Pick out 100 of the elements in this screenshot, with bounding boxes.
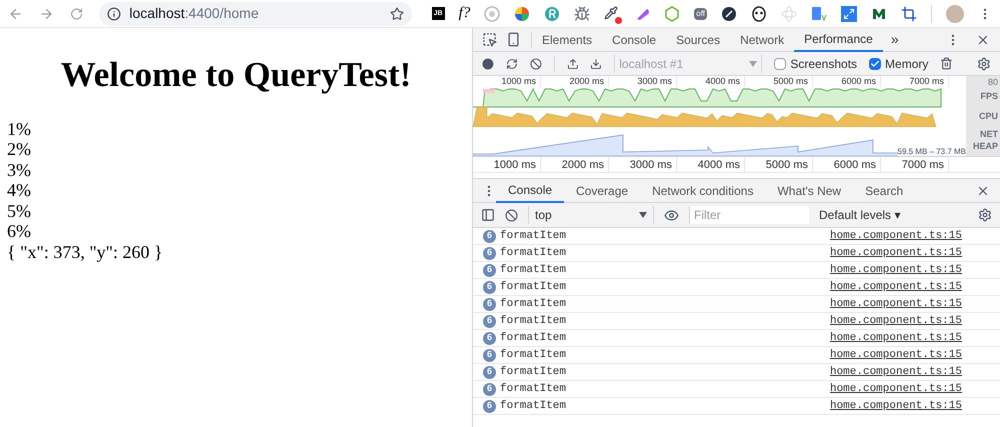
source-link[interactable]: home.component.ts:15 xyxy=(830,244,962,262)
source-link[interactable]: home.component.ts:15 xyxy=(830,262,962,278)
drawer-tab[interactable]: Network conditions xyxy=(640,178,766,202)
log-message: formatItem xyxy=(500,246,568,261)
repeat-count-badge: 6 xyxy=(483,332,496,344)
devtools-tab[interactable]: Elements xyxy=(532,28,602,52)
more-tabs-button[interactable]: » xyxy=(882,29,907,50)
expand-icon[interactable] xyxy=(841,6,857,22)
drawer-tab[interactable]: Search xyxy=(853,178,916,202)
devtools-tab[interactable]: Console xyxy=(602,28,666,52)
source-link[interactable]: home.component.ts:15 xyxy=(830,312,962,330)
download-icon[interactable] xyxy=(590,58,602,70)
repeat-count-badge: 6 xyxy=(483,348,496,362)
time-tick: 2000 ms xyxy=(541,157,609,172)
dropper-icon[interactable] xyxy=(604,6,620,22)
eye-icon[interactable] xyxy=(664,208,679,222)
source-link[interactable]: home.component.ts:15 xyxy=(830,346,962,364)
upload-icon[interactable] xyxy=(566,58,578,70)
repeat-count-badge: 6 xyxy=(483,314,496,328)
sidebar-toggle-icon[interactable] xyxy=(481,208,495,222)
checkbox-label: Memory xyxy=(885,56,928,72)
reload-profile-icon[interactable] xyxy=(506,58,518,70)
time-tick: 7000 ms xyxy=(881,157,949,172)
page-line: { "x": 373, "y": 260 } xyxy=(7,242,163,262)
page-line: 4% xyxy=(7,180,31,201)
track-label: HEAP xyxy=(972,140,998,152)
time-tick: 6000 ms xyxy=(813,157,881,172)
repeat-count-badge: 6 xyxy=(483,382,496,396)
crop-icon[interactable] xyxy=(901,6,917,22)
caret-icon xyxy=(749,60,758,66)
track-label: CPU xyxy=(978,110,998,122)
context-select[interactable]: top xyxy=(528,206,654,224)
track-label: NET xyxy=(980,128,998,140)
page-heading: Welcome to QueryTest! xyxy=(60,54,412,96)
source-link[interactable]: home.component.ts:15 xyxy=(830,380,962,398)
heap-range: 59.5 MB – 73.7 MB xyxy=(898,148,966,156)
mask-icon[interactable] xyxy=(751,6,767,22)
bookmark-star-icon[interactable] xyxy=(390,6,404,20)
address-bar[interactable]: localhost:4400/home xyxy=(99,2,412,26)
repeat-count-badge: 6 xyxy=(483,280,496,294)
log-message: formatItem xyxy=(500,330,568,346)
fx-icon[interactable]: f? xyxy=(458,6,470,21)
time-tick: 3000 ms xyxy=(609,76,677,87)
repeat-count-badge: 6 xyxy=(483,264,496,276)
track-label: FPS xyxy=(980,90,998,102)
repeat-count-badge: 6 xyxy=(483,366,496,378)
record-icon[interactable] xyxy=(482,58,494,70)
device-icon[interactable] xyxy=(506,32,521,47)
source-link[interactable]: home.component.ts:15 xyxy=(830,364,962,380)
log-message: formatItem xyxy=(500,364,568,380)
drawer-tab[interactable]: Coverage xyxy=(564,178,640,202)
devtools-tab[interactable]: Network xyxy=(730,28,794,52)
r-logo-icon[interactable] xyxy=(544,6,560,22)
filter-field[interactable]: Filter xyxy=(689,206,809,224)
trash-icon[interactable] xyxy=(940,57,954,70)
time-tick: 2000 ms xyxy=(541,76,609,87)
time-tick: 5000 ms xyxy=(745,76,813,87)
settings-icon[interactable] xyxy=(978,208,992,222)
settings-icon[interactable] xyxy=(977,56,992,70)
source-link[interactable]: home.component.ts:15 xyxy=(830,330,962,346)
repeat-count-badge: 6 xyxy=(483,400,496,412)
track-label: 80 xyxy=(988,76,998,88)
time-tick: 4000 ms xyxy=(677,76,745,87)
url-text: localhost:4400/home xyxy=(129,4,260,23)
log-message: formatItem xyxy=(500,398,568,414)
repeat-count-badge: 6 xyxy=(483,298,496,310)
time-tick: 5000 ms xyxy=(745,157,813,172)
page-line: 1% xyxy=(7,118,31,140)
caret-icon xyxy=(639,212,647,218)
checkbox-label: Screenshots xyxy=(790,56,858,72)
source-link[interactable]: home.component.ts:15 xyxy=(830,296,962,312)
source-link[interactable]: home.component.ts:15 xyxy=(830,228,962,244)
source-link[interactable]: home.component.ts:15 xyxy=(830,398,962,414)
time-tick: 6000 ms xyxy=(813,76,881,87)
reload-icon[interactable] xyxy=(70,6,84,20)
log-message: formatItem xyxy=(500,314,568,329)
off-badge[interactable]: off xyxy=(694,8,707,20)
devtools-tab[interactable]: Sources xyxy=(666,28,730,52)
checkbox[interactable] xyxy=(774,58,786,70)
page-line: 3% xyxy=(7,160,31,180)
drawer-tab[interactable]: What's New xyxy=(765,178,854,202)
slash-circle-icon[interactable] xyxy=(721,6,737,22)
clear-icon[interactable] xyxy=(530,58,542,70)
info-icon[interactable] xyxy=(107,6,122,20)
log-message: formatItem xyxy=(500,382,568,397)
log-message: formatItem xyxy=(500,280,568,295)
log-message: formatItem xyxy=(500,348,568,363)
checkbox[interactable] xyxy=(869,58,882,70)
color-wheel-icon[interactable] xyxy=(514,6,530,22)
bug-icon[interactable] xyxy=(574,6,590,22)
page-line: 2% xyxy=(7,139,31,160)
time-tick: 1000 ms xyxy=(473,76,541,87)
time-tick: 3000 ms xyxy=(609,157,677,172)
source-link[interactable]: home.component.ts:15 xyxy=(830,278,962,296)
page-line: 6% xyxy=(7,221,31,242)
time-tick: 7000 ms xyxy=(881,76,949,87)
inspect-icon[interactable] xyxy=(482,32,497,47)
translate-icon[interactable] xyxy=(811,6,827,22)
levels-dropdown[interactable]: Default levels ▾ xyxy=(819,206,900,224)
clear-console-icon[interactable] xyxy=(505,208,518,222)
